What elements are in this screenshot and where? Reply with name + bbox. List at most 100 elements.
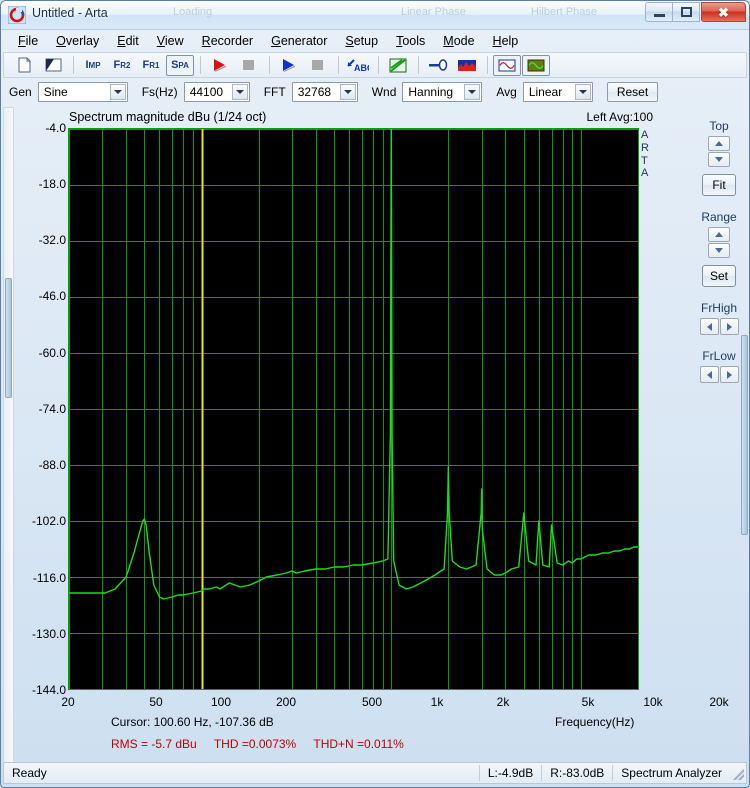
overlay-graph-icon[interactable] xyxy=(384,55,412,76)
plot-container: Spectrum magnitude dBu (1/24 oct) Left A… xyxy=(15,105,691,777)
sample-rate-select[interactable]: 44100 xyxy=(184,82,250,102)
window-function-select[interactable]: Hanning xyxy=(402,82,482,102)
fs-label: Fs(Hz) xyxy=(142,85,178,99)
generator-select[interactable]: Sine xyxy=(38,82,128,102)
menu-item-recorder[interactable]: Recorder xyxy=(193,32,262,50)
left-level-readout: L:-4.9dB xyxy=(480,763,541,783)
spectrum-color-icon[interactable] xyxy=(453,55,481,76)
chevron-down-icon[interactable] xyxy=(340,84,356,100)
top-spinner[interactable] xyxy=(708,136,730,167)
menu-bar: FFileile Overlay Edit View Recorder Gene… xyxy=(1,30,749,51)
close-button[interactable]: ✖ xyxy=(701,2,746,22)
x-tick-label: 20 xyxy=(48,695,88,709)
record-icon[interactable] xyxy=(206,55,234,76)
menu-item-overlay[interactable]: Overlay xyxy=(47,32,108,50)
vertical-scrollbar-right[interactable] xyxy=(741,335,748,535)
stop-red-icon[interactable] xyxy=(235,55,263,76)
frlow-decrease-button[interactable] xyxy=(700,366,719,383)
avg-label: Avg xyxy=(496,85,516,99)
top-label: Top xyxy=(709,119,728,133)
y-tick-label: -116.0 xyxy=(6,571,66,585)
rms-value: RMS = -5.7 dBu xyxy=(111,737,197,751)
new-file-icon[interactable] xyxy=(10,55,38,76)
toolbar-separator xyxy=(487,56,488,74)
toolbar-separator xyxy=(418,56,419,74)
vertical-scrollbar-left[interactable] xyxy=(3,107,14,767)
y-tick-label: -74.0 xyxy=(6,402,66,416)
averaging-value: Linear xyxy=(529,85,562,99)
spectrum-plot[interactable] xyxy=(68,128,639,690)
menu-item-help[interactable]: Help xyxy=(484,32,528,50)
title-bar: Untitled - Arta Loading Linear Phase Hil… xyxy=(1,1,749,30)
menu-item-generator[interactable]: Generator xyxy=(262,32,336,50)
top-increase-button[interactable] xyxy=(708,136,730,151)
y-tick-label: -32.0 xyxy=(6,233,66,247)
arrow-up-icon xyxy=(715,141,723,146)
menu-item-file[interactable]: FFileile xyxy=(9,32,47,50)
frhigh-spinner[interactable] xyxy=(700,318,739,335)
analyzer-mode-readout: Spectrum Analyzer xyxy=(613,763,730,783)
toolbar-separator xyxy=(73,56,74,74)
close-icon: ✖ xyxy=(718,6,729,19)
fr2-mode-button[interactable]: FR2 xyxy=(108,55,136,76)
fft-label: FFT xyxy=(264,85,286,99)
settings-bar: Gen Sine Fs(Hz) 44100 FFT 32768 Wnd Hann… xyxy=(1,78,749,105)
abc-label-icon[interactable]: ABC xyxy=(344,55,372,76)
stop-blue-icon[interactable] xyxy=(304,55,332,76)
menu-item-tools[interactable]: Tools xyxy=(387,32,434,50)
toolbar-separator xyxy=(338,56,339,74)
toolbar-separator xyxy=(269,56,270,74)
right-level-readout: R:-83.0dB xyxy=(542,763,612,783)
toolbar-separator xyxy=(200,56,201,74)
open-overlay-icon[interactable] xyxy=(39,55,67,76)
menu-item-setup[interactable]: Setup xyxy=(336,32,387,50)
frhigh-label: FrHigh xyxy=(701,301,737,315)
spa-mode-button[interactable]: SPA xyxy=(166,55,194,76)
signal-generator-icon[interactable] xyxy=(493,55,521,76)
chevron-down-icon[interactable] xyxy=(464,84,480,100)
arrow-left-icon xyxy=(707,323,712,331)
fit-button[interactable]: Fit xyxy=(702,174,736,196)
resize-grip-icon[interactable] xyxy=(730,766,744,780)
right-control-panel: Top Fit Range Set FrHigh FrLow xyxy=(691,105,747,773)
imp-mode-button[interactable]: IMP xyxy=(79,55,107,76)
chevron-down-icon[interactable] xyxy=(575,84,591,100)
averaging-select[interactable]: Linear xyxy=(523,82,593,102)
range-increase-button[interactable] xyxy=(708,227,730,242)
range-label: Range xyxy=(701,210,736,224)
arrow-left-icon xyxy=(707,371,712,379)
x-tick-label: 50 xyxy=(136,695,176,709)
frhigh-increase-button[interactable] xyxy=(720,318,739,335)
frhigh-decrease-button[interactable] xyxy=(700,318,719,335)
frlow-increase-button[interactable] xyxy=(720,366,739,383)
frlow-spinner[interactable] xyxy=(700,366,739,383)
window-function-value: Hanning xyxy=(408,85,453,99)
menu-item-view[interactable]: View xyxy=(148,32,193,50)
generator-value: Sine xyxy=(44,85,68,99)
microphone-icon[interactable] xyxy=(424,55,452,76)
ghost-title-1: Loading xyxy=(173,6,212,18)
fr1-mode-button[interactable]: FR1 xyxy=(137,55,165,76)
menu-item-edit[interactable]: Edit xyxy=(108,32,148,50)
y-tick-label: -88.0 xyxy=(6,458,66,472)
fft-size-value: 32768 xyxy=(298,85,331,99)
x-tick-label: 2k xyxy=(483,695,523,709)
ghost-title-2: Linear Phase xyxy=(401,6,466,18)
play-blue-icon[interactable] xyxy=(275,55,303,76)
range-decrease-button[interactable] xyxy=(708,243,730,258)
top-decrease-button[interactable] xyxy=(708,152,730,167)
maximize-button[interactable] xyxy=(672,2,700,22)
range-spinner[interactable] xyxy=(708,227,730,258)
arrow-right-icon xyxy=(727,323,732,331)
x-tick-label: 1k xyxy=(417,695,457,709)
chevron-down-icon[interactable] xyxy=(110,84,126,100)
chevron-down-icon[interactable] xyxy=(232,84,248,100)
set-button[interactable]: Set xyxy=(702,265,736,287)
menu-item-mode[interactable]: Mode xyxy=(434,32,483,50)
minimize-button[interactable] xyxy=(645,2,673,22)
y-tick-label: -102.0 xyxy=(6,514,66,528)
arta-main-window: Untitled - Arta Loading Linear Phase Hil… xyxy=(0,0,750,788)
reset-button[interactable]: Reset xyxy=(607,82,658,102)
scope-icon[interactable] xyxy=(522,55,550,76)
fft-size-select[interactable]: 32768 xyxy=(292,82,358,102)
